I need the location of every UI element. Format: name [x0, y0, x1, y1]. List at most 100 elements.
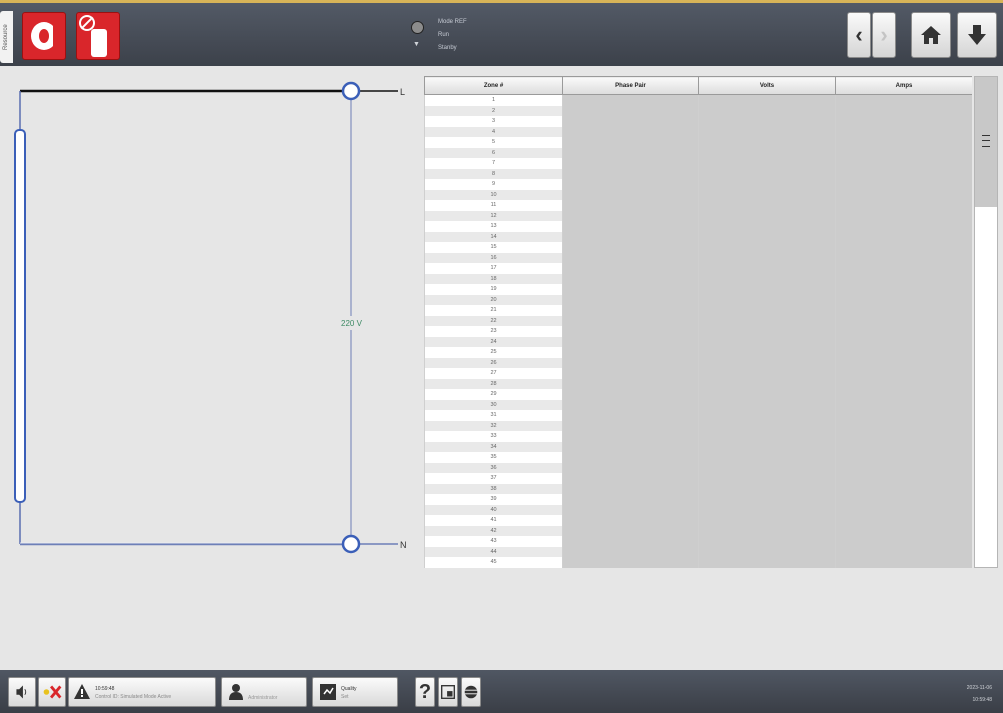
table-row[interactable]: 2	[424, 105, 972, 116]
zone-cell: 39	[424, 494, 563, 505]
zone-table-container[interactable]: Zone # Phase Pair Volts Amps 1 2 3 4 5 6 7 8 9 10…	[424, 76, 972, 568]
table-row[interactable]: 33	[424, 431, 972, 442]
volts-cell	[698, 179, 836, 190]
table-row[interactable]: 1	[424, 94, 972, 106]
zone-cell: 35	[424, 452, 563, 463]
table-row[interactable]: 20	[424, 294, 972, 305]
table-scrollbar[interactable]	[974, 76, 998, 568]
table-row[interactable]: 5	[424, 137, 972, 148]
side-tab[interactable]: Resource	[0, 11, 13, 63]
amps-cell	[835, 494, 972, 505]
table-row[interactable]: 13	[424, 221, 972, 232]
volts-cell	[698, 515, 836, 526]
phase-pair-cell	[562, 284, 699, 295]
amps-cell	[835, 126, 972, 137]
table-row[interactable]: 30	[424, 399, 972, 410]
table-row[interactable]: 15	[424, 242, 972, 253]
table-row[interactable]: 25	[424, 347, 972, 358]
column-header-amps[interactable]: Amps	[835, 76, 972, 95]
volts-cell	[698, 431, 836, 442]
table-row[interactable]: 14	[424, 231, 972, 242]
table-row[interactable]: 35	[424, 452, 972, 463]
table-row[interactable]: 11	[424, 200, 972, 211]
table-row[interactable]: 40	[424, 504, 972, 515]
phase-pair-cell	[562, 389, 699, 400]
amps-cell	[835, 231, 972, 242]
phase-pair-cell	[562, 525, 699, 536]
alarm-clear-button[interactable]	[22, 12, 66, 60]
language-button[interactable]	[461, 677, 481, 707]
table-row[interactable]: 17	[424, 263, 972, 274]
table-row[interactable]: 36	[424, 462, 972, 473]
table-row[interactable]: 24	[424, 336, 972, 347]
table-row[interactable]: 12	[424, 210, 972, 221]
column-header-volts[interactable]: Volts	[698, 76, 836, 95]
table-row[interactable]: 4	[424, 126, 972, 137]
table-row[interactable]: 43	[424, 536, 972, 547]
table-row[interactable]: 27	[424, 368, 972, 379]
scrollbar-thumb[interactable]	[975, 77, 997, 207]
table-row[interactable]: 42	[424, 525, 972, 536]
table-row[interactable]: 45	[424, 557, 972, 568]
home-button[interactable]	[911, 12, 951, 58]
table-row[interactable]: 31	[424, 410, 972, 421]
volts-cell	[698, 168, 836, 179]
user-login-button[interactable]: Administrator	[221, 677, 307, 707]
table-row[interactable]: 26	[424, 357, 972, 368]
back-button[interactable]: ‹	[847, 12, 871, 58]
zone-cell: 17	[424, 263, 563, 274]
phase-pair-cell	[562, 231, 699, 242]
column-header-zone[interactable]: Zone #	[424, 76, 563, 95]
table-row[interactable]: 19	[424, 284, 972, 295]
alarm-reset-button[interactable]	[38, 677, 66, 707]
table-row[interactable]: 23	[424, 326, 972, 337]
amps-cell	[835, 410, 972, 421]
table-row[interactable]: 16	[424, 252, 972, 263]
table-row[interactable]: 44	[424, 546, 972, 557]
table-row[interactable]: 22	[424, 315, 972, 326]
volts-cell	[698, 263, 836, 274]
table-row[interactable]: 46	[424, 567, 972, 568]
quality-button[interactable]: Quality Set	[312, 677, 398, 707]
table-row[interactable]: 28	[424, 378, 972, 389]
line-terminal-node[interactable]	[341, 81, 361, 101]
table-row[interactable]: 9	[424, 179, 972, 190]
zone-cell: 43	[424, 536, 563, 547]
mute-button[interactable]	[8, 677, 36, 707]
volts-cell	[698, 536, 836, 547]
heater-element[interactable]	[14, 129, 26, 503]
table-row[interactable]: 3	[424, 116, 972, 127]
machine-status-led[interactable]	[411, 21, 424, 34]
zone-cell: 25	[424, 347, 563, 358]
disable-material-button[interactable]	[76, 12, 120, 60]
table-row[interactable]: 41	[424, 515, 972, 526]
help-button[interactable]: ?	[415, 677, 435, 707]
bottle-icon	[91, 29, 107, 57]
language-globe-icon	[464, 685, 478, 699]
alarm-banner[interactable]: 10:59:48 Control ID: Simulated Mode Acti…	[68, 677, 216, 707]
table-row[interactable]: 37	[424, 473, 972, 484]
status-line-run: Run	[438, 32, 450, 38]
table-row[interactable]: 34	[424, 441, 972, 452]
zone-cell: 32	[424, 420, 563, 431]
clock-date: 2023-11-06	[966, 685, 992, 691]
table-row[interactable]: 29	[424, 389, 972, 400]
table-row[interactable]: 18	[424, 273, 972, 284]
table-row[interactable]: 8	[424, 168, 972, 179]
table-row[interactable]: 38	[424, 483, 972, 494]
table-row[interactable]: 39	[424, 494, 972, 505]
zone-cell: 26	[424, 357, 563, 368]
table-row[interactable]: 6	[424, 147, 972, 158]
status-expand-chevron-icon[interactable]: ▼	[413, 41, 420, 48]
table-row[interactable]: 10	[424, 189, 972, 200]
zone-cell: 44	[424, 546, 563, 557]
column-header-phase-pair[interactable]: Phase Pair	[562, 76, 699, 95]
forward-button[interactable]: ›	[872, 12, 896, 58]
amps-cell	[835, 210, 972, 221]
screenshot-button[interactable]	[438, 677, 458, 707]
table-row[interactable]: 32	[424, 420, 972, 431]
table-row[interactable]: 7	[424, 158, 972, 169]
neutral-terminal-node[interactable]	[341, 534, 361, 554]
download-button[interactable]	[957, 12, 997, 58]
table-row[interactable]: 21	[424, 305, 972, 316]
